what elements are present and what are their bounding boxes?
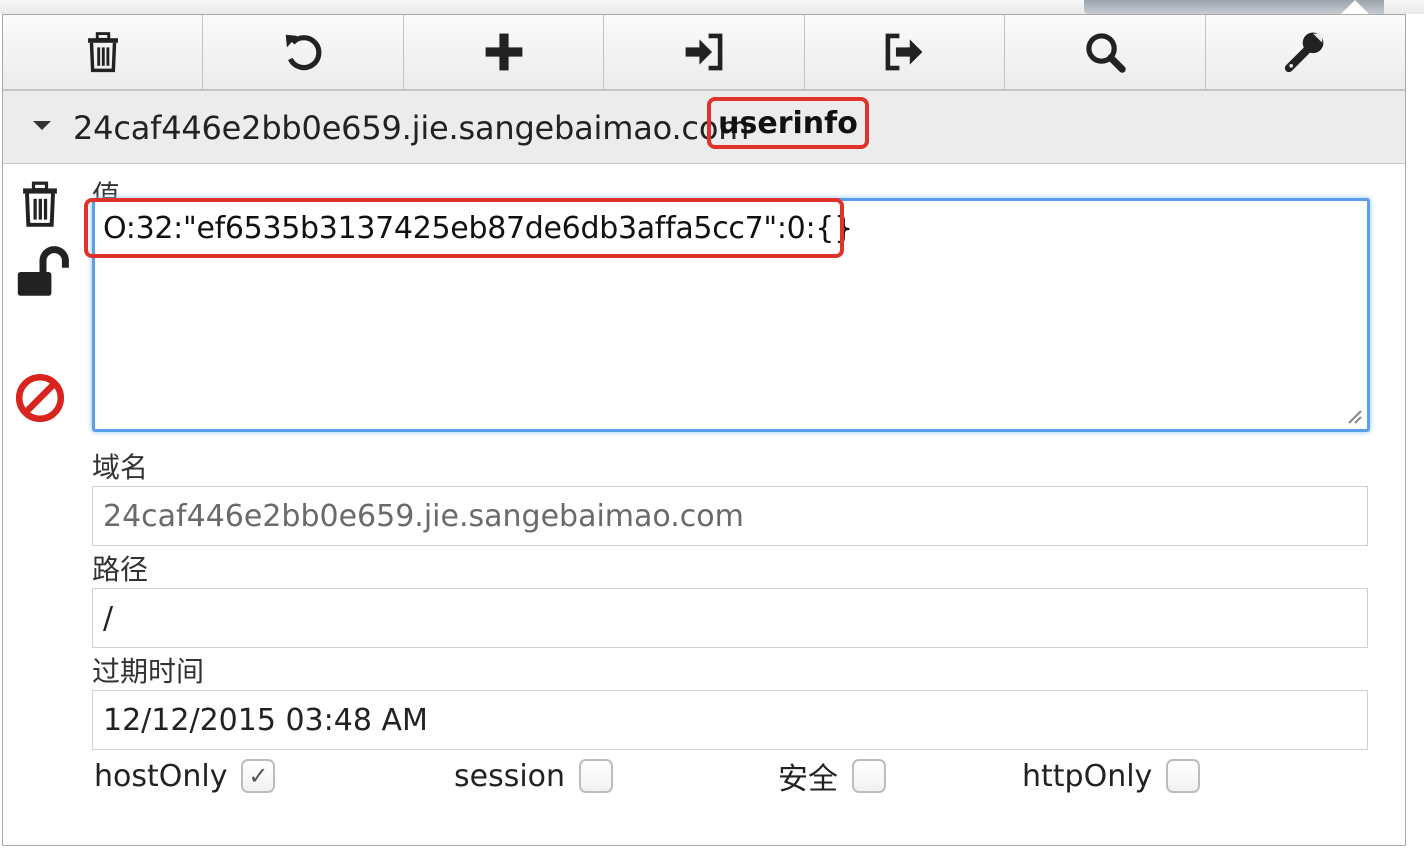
delete-all-button[interactable]: [3, 15, 204, 89]
protect-cookie-button[interactable]: [14, 244, 70, 300]
delete-cookie-button[interactable]: [14, 176, 70, 232]
search-icon: [1086, 33, 1126, 73]
trash-icon: [87, 32, 118, 73]
session-checkbox[interactable]: [579, 759, 614, 793]
expires-value: 12/12/2015 03:48 AM: [103, 703, 428, 738]
secure-label: 安全: [778, 762, 838, 797]
popup-arrow: [1341, 0, 1369, 14]
hostonly-checkbox[interactable]: ✓: [241, 759, 276, 793]
checkmark-icon: ✓: [248, 762, 269, 790]
domain-field[interactable]: 24caf446e2bb0e659.jie.sangebaimao.com: [92, 486, 1368, 546]
httponly-option: httpOnly: [1022, 756, 1201, 796]
session-option: session: [454, 756, 614, 796]
block-icon: [15, 373, 65, 423]
domain-value: 24caf446e2bb0e659.jie.sangebaimao.com: [103, 499, 744, 534]
wrench-icon: [1285, 32, 1324, 73]
path-value: /: [103, 601, 114, 636]
value-textarea[interactable]: O:32:"ef6535b3137425eb87de6db3affa5cc7":…: [92, 198, 1370, 432]
httponly-label: httpOnly: [1022, 758, 1153, 794]
cookie-header-row[interactable]: 24caf446e2bb0e659.jie.sangebaimao.com us…: [3, 91, 1405, 164]
export-button[interactable]: [805, 15, 1006, 89]
expires-label: 过期时间: [92, 655, 205, 688]
trash-icon: [23, 181, 57, 227]
undo-icon: [285, 34, 322, 71]
cookie-domain-header: 24caf446e2bb0e659.jie.sangebaimao.com: [73, 109, 750, 147]
secure-option: 安全: [778, 756, 886, 797]
path-label: 路径: [92, 553, 149, 586]
toolbar: [3, 15, 1405, 91]
search-button[interactable]: [1005, 15, 1206, 89]
export-icon: [885, 33, 923, 71]
session-label: session: [454, 758, 566, 794]
import-icon: [685, 33, 723, 71]
collapse-caret-icon[interactable]: [33, 121, 51, 130]
import-button[interactable]: [604, 15, 805, 89]
options-button[interactable]: [1206, 15, 1405, 89]
browser-chrome-edge: [1084, 0, 1384, 14]
block-cookie-button[interactable]: [14, 372, 70, 428]
secure-checkbox[interactable]: [852, 759, 886, 793]
add-cookie-button[interactable]: [404, 15, 605, 89]
cookie-name: userinfo: [707, 97, 869, 149]
hostonly-option: hostOnly ✓: [94, 756, 276, 796]
window-top-strip: [0, 0, 1424, 14]
value-text: O:32:"ef6535b3137425eb87de6db3affa5cc7":…: [103, 211, 853, 246]
reset-button[interactable]: [203, 15, 404, 89]
path-field[interactable]: /: [92, 588, 1368, 648]
plus-icon: [485, 33, 522, 71]
unlock-icon: [17, 246, 69, 296]
resize-grip-icon[interactable]: [1343, 405, 1363, 425]
domain-label: 域名: [92, 451, 149, 484]
expires-field[interactable]: 12/12/2015 03:48 AM: [92, 690, 1368, 750]
httponly-checkbox[interactable]: [1166, 759, 1201, 793]
hostonly-label: hostOnly: [94, 758, 228, 794]
